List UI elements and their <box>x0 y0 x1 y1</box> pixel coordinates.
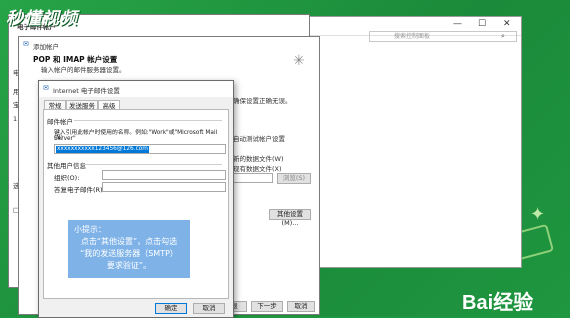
tip-box: 小提示： 点击“其他设置”，点击勾选 “我的发送服务器（SMTP） 要求验证”。 <box>68 220 190 278</box>
browse-button[interactable]: 浏览(S) <box>277 173 311 184</box>
add-account-title: 添加帐户 <box>33 43 59 51</box>
internet-email-settings-dialog: ✉ Internet 电子邮件设置 常规 发送服务器 高级 邮件帐户 键入引用此… <box>38 80 234 318</box>
video-watermark: 秒懂视频 <box>6 9 78 29</box>
more-settings-button[interactable]: 其他设置(M)... <box>269 209 311 227</box>
close-button[interactable]: ✕ <box>503 19 511 29</box>
new-file-label[interactable]: 新的数据文件(W) <box>233 153 284 163</box>
auto-test-checkbox-label[interactable]: 自动测试帐户设置 <box>233 133 285 143</box>
settings-subheading: 输入帐户的邮件服务器设置。 <box>41 66 126 74</box>
reply-email-label: 答复电子邮件(R): <box>54 186 105 194</box>
mail-account-name-input[interactable]: xxxxxxxxxxx123456@126.com <box>54 144 226 154</box>
reply-email-input[interactable] <box>102 182 226 192</box>
organization-input[interactable] <box>102 170 226 180</box>
mail-account-label: 邮件帐户 <box>47 118 73 126</box>
decorative-star-icon: ✦ <box>530 204 546 225</box>
maximize-button[interactable]: ☐ <box>478 19 486 29</box>
search-input[interactable]: 搜索控制面板 <box>369 31 517 42</box>
mail-account-hint: 键入引用此帐户时使用的名称。例如:"Work"或"Microsoft Mail … <box>54 130 218 142</box>
baidu-watermark: Bai经验 <box>462 292 534 314</box>
dialog-title: Internet 电子邮件设置 <box>53 87 120 95</box>
other-user-info-label: 其他用户信息 <box>47 162 86 170</box>
data-file-path-input[interactable] <box>233 173 273 183</box>
tip-line: 要求验证”。 <box>106 261 152 270</box>
tip-line: “我的发送服务器（SMTP） <box>80 249 178 258</box>
org-label: 组织(O): <box>54 174 80 182</box>
correct-text: 确保设置正确无误。 <box>233 97 292 105</box>
mail-icon: ✉ <box>43 84 49 92</box>
divider <box>74 120 222 121</box>
tip-line: 点击“其他设置”，点击勾选 <box>80 237 178 246</box>
settings-decor-icon: ✳ <box>293 53 305 69</box>
ok-button[interactable]: 确定 <box>155 303 187 314</box>
dialog-titlebar: ✉ Internet 电子邮件设置 <box>39 81 233 97</box>
mail-account-shortcut: (N) <box>54 135 63 141</box>
divider <box>82 164 222 165</box>
mail-account-value: xxxxxxxxxxx123456@126.com <box>56 146 149 153</box>
left-text-4: 1 <box>13 115 18 123</box>
mail-icon: ✉ <box>23 40 29 48</box>
search-icon[interactable]: ⌕ <box>501 32 505 41</box>
next-button[interactable]: 下一步 <box>251 301 283 312</box>
cancel-main-button[interactable]: 取消 <box>287 301 315 312</box>
minimize-button[interactable]: — <box>453 19 462 29</box>
existing-file-label[interactable]: 现有数据文件(X) <box>233 163 282 173</box>
cancel-button[interactable]: 取消 <box>193 303 225 314</box>
tip-title: 小提示： <box>74 225 106 234</box>
